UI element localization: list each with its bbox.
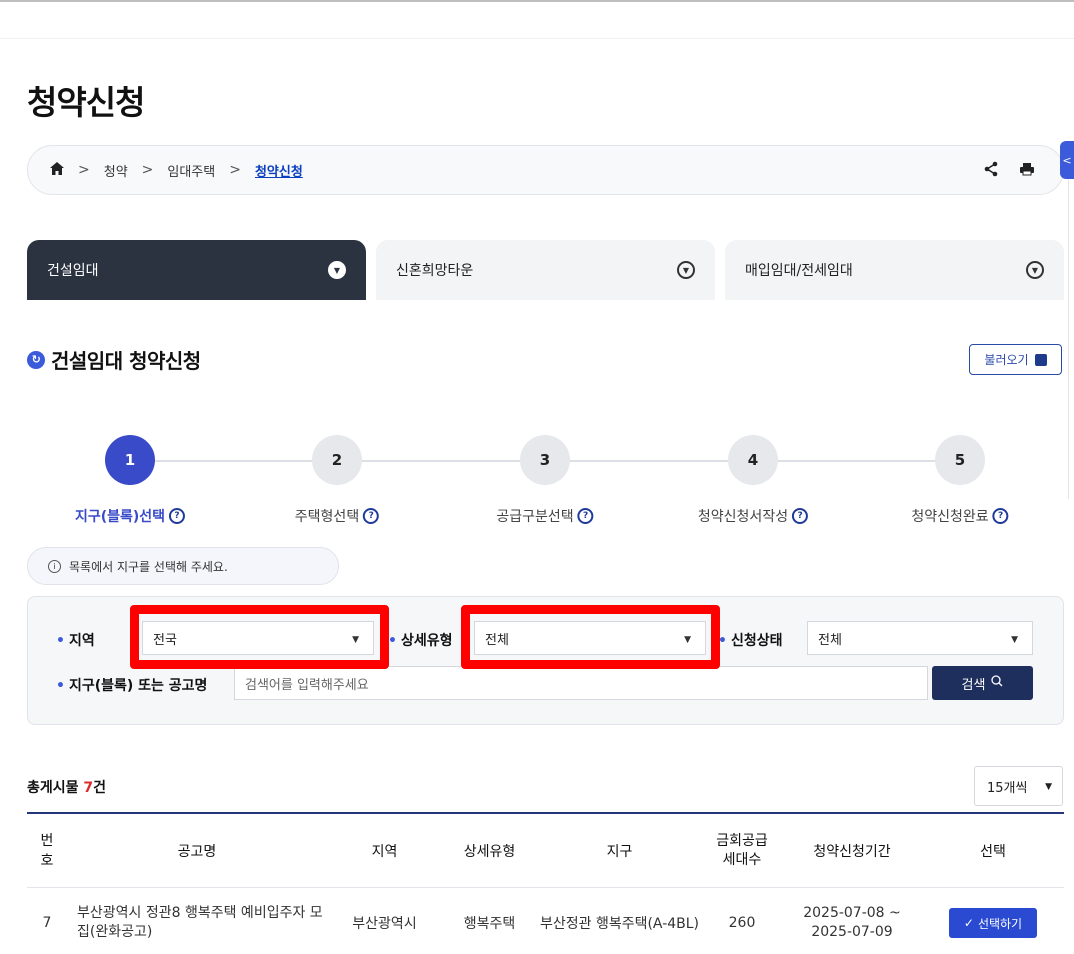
chevron-down-circle-icon: ▼: [1026, 261, 1044, 279]
page-title: 청약신청: [27, 83, 145, 122]
notice-banner: i 목록에서 지구를 선택해 주세요.: [27, 547, 339, 585]
step-connector: [778, 460, 936, 462]
col-district: 지구: [606, 843, 633, 860]
step-3-circle: 3: [520, 435, 570, 485]
row-no: 7: [42, 915, 52, 931]
tab-newlywed-town[interactable]: 신혼희망타운 ▼: [376, 240, 715, 300]
load-icon: [1034, 353, 1047, 366]
search-button-label: 검색: [961, 677, 986, 693]
chevron-right-icon: >: [229, 162, 241, 178]
section-title-text: 건설임대 청약신청: [51, 349, 201, 373]
help-icon[interactable]: ?: [363, 508, 380, 524]
rental-type-tabs: 건설임대 ▼ 신혼희망타운 ▼ 매입임대/전세임대 ▼: [27, 240, 1064, 300]
row-units: 260: [728, 915, 756, 931]
highlight-box-type: [461, 605, 720, 669]
status-select[interactable]: 전체 ▼: [807, 621, 1033, 655]
caret-down-icon: ▼: [1011, 635, 1018, 645]
step-label-text: 공급구분선택: [496, 509, 574, 525]
tab-construction-rental[interactable]: 건설임대 ▼: [27, 240, 366, 300]
step-label-text: 청약신청완료: [911, 509, 989, 525]
col-no: 번호: [40, 832, 54, 869]
row-period: 2025-07-08 ~ 2025-07-09: [803, 905, 901, 940]
status-select-value: 전체: [818, 632, 842, 648]
help-icon[interactable]: ?: [792, 508, 809, 524]
search-button[interactable]: 검색: [932, 666, 1033, 700]
step-4-circle: 4: [728, 435, 778, 485]
chevron-left-icon: <: [1062, 153, 1072, 167]
page-size-value: 15개씩: [987, 780, 1028, 796]
row-type: 행복주택: [463, 916, 516, 932]
step-label-text: 주택형선택: [294, 509, 360, 525]
region-label: • 지역: [56, 633, 95, 649]
load-button[interactable]: 불러오기: [969, 344, 1062, 375]
help-icon[interactable]: ?: [577, 508, 594, 524]
col-select: 선택: [980, 843, 1006, 860]
check-icon: ✓: [963, 916, 974, 930]
chevron-down-circle-icon: ▼: [677, 261, 695, 279]
chevron-right-icon: >: [78, 162, 90, 178]
col-title: 공고명: [177, 843, 217, 860]
step-label-text: 지구(블록)선택: [74, 509, 166, 525]
step-connector: [155, 460, 313, 462]
step-5-label: 청약신청완료?: [911, 506, 1009, 526]
keyword-label: • 지구(블록) 또는 공고명: [56, 678, 208, 694]
chevron-down-circle-icon: ▼: [328, 261, 346, 279]
notice-table: 번호 공고명 지역 상세유형 지구 금회공급세대수 청약신청기간 선택 7 부산…: [27, 812, 1064, 954]
breadcrumb-item-rental[interactable]: 임대주택: [167, 161, 215, 180]
breadcrumb-current[interactable]: 청약신청: [255, 161, 303, 180]
tab-purchase-rental[interactable]: 매입임대/전세임대 ▼: [725, 240, 1064, 300]
chevron-right-icon: >: [141, 162, 154, 178]
tab-label: 매입임대/전세임대: [745, 263, 853, 279]
tab-label: 신혼희망타운: [396, 263, 474, 279]
info-icon: i: [48, 559, 61, 573]
help-icon[interactable]: ?: [169, 508, 186, 524]
print-icon[interactable]: [1019, 161, 1035, 181]
row-district: 부산정관 행복주택(A-4BL): [539, 916, 700, 932]
side-panel-edge: [1068, 179, 1074, 499]
row-select-cell: ✓ 선택하기: [922, 908, 1064, 938]
col-type: 상세유형: [463, 843, 516, 860]
tab-label: 건설임대: [47, 263, 99, 279]
select-button[interactable]: ✓ 선택하기: [949, 908, 1037, 938]
select-button-label: 선택하기: [977, 916, 1023, 931]
col-units: 금회공급세대수: [716, 832, 768, 868]
top-border: [0, 0, 1074, 6]
col-region: 지역: [371, 843, 398, 860]
row-title[interactable]: 부산광역시 정관8 행복주택 예비입주자 모집(완화공고): [67, 904, 327, 942]
side-panel-toggle[interactable]: <: [1060, 141, 1074, 179]
table-header: 번호 공고명 지역 상세유형 지구 금회공급세대수 청약신청기간 선택: [27, 814, 1064, 888]
load-button-label: 불러오기: [984, 353, 1029, 367]
step-2-circle: 2: [312, 435, 362, 485]
row-region: 부산광역시: [352, 916, 417, 932]
keyword-input[interactable]: 검색어를 입력해주세요: [234, 666, 928, 700]
caret-down-icon: ▼: [1045, 782, 1052, 792]
notice-text: 목록에서 지구를 선택해 주세요.: [69, 559, 228, 574]
help-icon[interactable]: ?: [992, 508, 1009, 524]
home-icon[interactable]: [50, 161, 64, 179]
section-title: ↻ 건설임대 청약신청: [27, 345, 201, 374]
step-1-circle: 1: [105, 435, 155, 485]
step-connector: [362, 460, 520, 462]
search-icon: [991, 675, 1003, 691]
share-icon[interactable]: [983, 161, 999, 181]
step-label-text: 청약신청서작성: [697, 509, 789, 525]
step-3-label: 공급구분선택?: [496, 506, 594, 526]
breadcrumb-item-cheongyak[interactable]: 청약: [104, 161, 128, 180]
total-count: 총게시물 7건: [27, 780, 107, 796]
page-size-select[interactable]: 15개씩 ▼: [974, 766, 1063, 806]
step-1-label: 지구(블록)선택?: [74, 506, 186, 526]
step-connector: [570, 460, 728, 462]
table-row: 7 부산광역시 정관8 행복주택 예비입주자 모집(완화공고) 부산광역시 행복…: [27, 888, 1064, 954]
highlight-box-region: [130, 605, 389, 669]
col-period: 청약신청기간: [813, 843, 891, 860]
breadcrumb: > 청약 > 임대주택 > 청약신청: [27, 145, 1064, 195]
status-label: • 신청상태: [718, 633, 783, 649]
header-divider: [0, 38, 1074, 39]
refresh-icon: ↻: [27, 350, 45, 369]
type-label: • 상세유형: [388, 633, 453, 649]
step-2-label: 주택형선택?: [294, 506, 380, 526]
step-4-label: 청약신청서작성?: [697, 506, 809, 526]
step-5-circle: 5: [935, 435, 985, 485]
